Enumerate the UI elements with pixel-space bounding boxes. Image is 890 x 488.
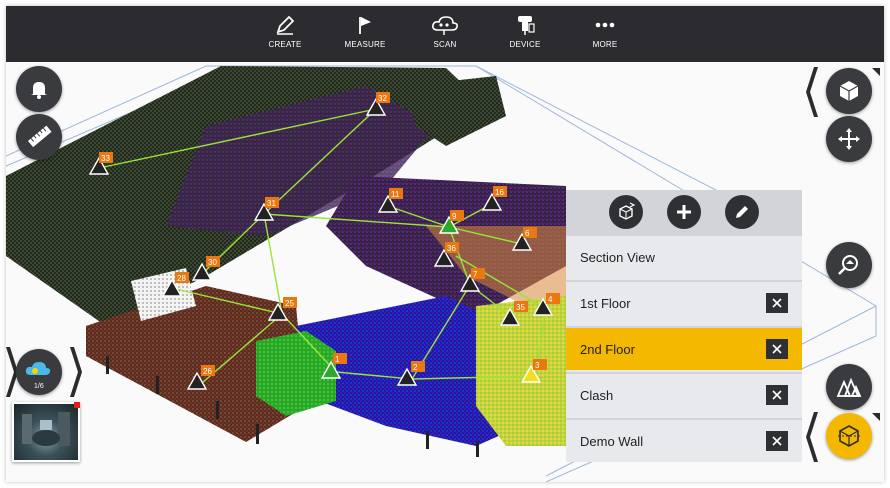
- remove-view-button[interactable]: [766, 293, 788, 313]
- add-view-icon: [619, 202, 636, 220]
- create-label: CREATE: [268, 40, 302, 49]
- svg-text:1: 1: [335, 355, 340, 364]
- views-panel-header: [566, 190, 802, 234]
- view-cube-button[interactable]: [826, 68, 872, 114]
- section-box-tab[interactable]: [806, 412, 822, 462]
- svg-text:26: 26: [203, 367, 212, 376]
- chevron-right-icon: [70, 347, 82, 397]
- ruler-icon: [28, 125, 52, 148]
- terrain-button[interactable]: [826, 364, 872, 410]
- scan-button[interactable]: SCAN: [405, 6, 485, 62]
- more-button[interactable]: MORE: [565, 6, 645, 62]
- new-view-button[interactable]: [609, 195, 643, 229]
- scan-counter: 1/6: [34, 383, 44, 390]
- close-icon: [772, 298, 782, 308]
- svg-text:30: 30: [208, 258, 217, 267]
- more-icon: [595, 22, 615, 28]
- view-cube-tab[interactable]: [806, 67, 822, 117]
- edit-icon: [736, 206, 748, 218]
- svg-text:7: 7: [473, 270, 478, 279]
- cube-icon: [839, 81, 859, 101]
- svg-text:36: 36: [447, 244, 456, 253]
- cloud-icon: [432, 16, 458, 35]
- svg-text:11: 11: [391, 190, 400, 199]
- section-cube-icon: [838, 425, 860, 447]
- notifications-button[interactable]: [16, 66, 62, 112]
- close-icon: [772, 390, 782, 400]
- section-box-control[interactable]: [806, 409, 882, 465]
- view-row-label: 2nd Floor: [580, 341, 635, 357]
- scan-cloud-icon: [25, 362, 51, 375]
- view-row-label: 1st Floor: [580, 295, 631, 311]
- panorama-indicator: [74, 402, 80, 408]
- magnifier-icon: [838, 255, 858, 275]
- scan-label: SCAN: [433, 40, 457, 49]
- chevron-left-icon: [806, 67, 818, 117]
- pencil-icon: [276, 15, 295, 35]
- svg-text:32: 32: [378, 94, 387, 103]
- bell-icon: [31, 82, 47, 99]
- svg-text:28: 28: [177, 274, 186, 283]
- create-button[interactable]: CREATE: [245, 6, 325, 62]
- flag-icon: [359, 17, 371, 34]
- view-row-demo-wall[interactable]: Demo Wall: [566, 418, 802, 462]
- edit-views-button[interactable]: [725, 195, 759, 229]
- svg-text:25: 25: [285, 299, 294, 308]
- mountains-icon: [836, 377, 862, 397]
- section-box-button[interactable]: [826, 413, 872, 459]
- move-arrows-icon: [838, 128, 860, 150]
- view-row-section-view[interactable]: Section View: [566, 234, 802, 278]
- remove-view-button[interactable]: [766, 431, 788, 451]
- expand-corner-icon: [872, 68, 880, 76]
- zoom-button[interactable]: [826, 242, 872, 288]
- svg-text:4: 4: [548, 295, 553, 304]
- measure-label: MEASURE: [344, 40, 386, 49]
- remove-view-button[interactable]: [766, 385, 788, 405]
- device-button[interactable]: DEVICE: [485, 6, 565, 62]
- point-cloud-region-yellow: [476, 296, 566, 446]
- add-view-button[interactable]: [667, 195, 701, 229]
- view-row-clash[interactable]: Clash: [566, 372, 802, 416]
- scan-layers-button[interactable]: 1/6: [16, 349, 62, 395]
- view-row-2nd-floor[interactable]: 2nd Floor: [566, 326, 802, 370]
- close-icon: [772, 436, 782, 446]
- scanner-icon: [518, 16, 535, 35]
- scan-selector-right-tab[interactable]: [68, 347, 84, 397]
- chevron-left-icon: [806, 412, 818, 462]
- remove-view-button[interactable]: [766, 339, 788, 359]
- measure-button[interactable]: MEASURE: [325, 6, 405, 62]
- view-row-label: Clash: [580, 387, 614, 403]
- expand-corner-icon: [872, 413, 880, 421]
- svg-text:9: 9: [452, 212, 457, 221]
- view-row-label: Demo Wall: [580, 433, 644, 449]
- view-row-1st-floor[interactable]: 1st Floor: [566, 280, 802, 324]
- svg-text:2: 2: [413, 363, 418, 372]
- svg-text:33: 33: [101, 154, 110, 163]
- svg-text:6: 6: [525, 229, 530, 238]
- svg-text:35: 35: [516, 303, 525, 312]
- panorama-thumbnail[interactable]: [12, 402, 80, 462]
- svg-text:31: 31: [267, 199, 276, 208]
- svg-text:16: 16: [495, 188, 504, 197]
- close-icon: [772, 344, 782, 354]
- view-row-label: Section View: [580, 249, 655, 265]
- app-window: 33 32 31 11 16 9 6 36 7 30 28 25 35 4 1 …: [6, 6, 884, 482]
- scan-selector[interactable]: 1/6: [6, 344, 86, 400]
- views-panel: Section View 1st Floor 2nd Floor Clash D…: [566, 190, 802, 462]
- svg-text:3: 3: [535, 361, 540, 370]
- top-toolbar: CREATE MEASURE SCAN DEVICE MORE: [6, 6, 884, 62]
- panorama-image: [22, 412, 70, 446]
- view-cube-control[interactable]: [806, 64, 882, 120]
- plus-icon: [677, 205, 691, 219]
- device-label: DEVICE: [509, 40, 541, 49]
- measure-tool-button[interactable]: [16, 114, 62, 160]
- pan-button[interactable]: [826, 116, 872, 162]
- more-label: MORE: [592, 40, 618, 49]
